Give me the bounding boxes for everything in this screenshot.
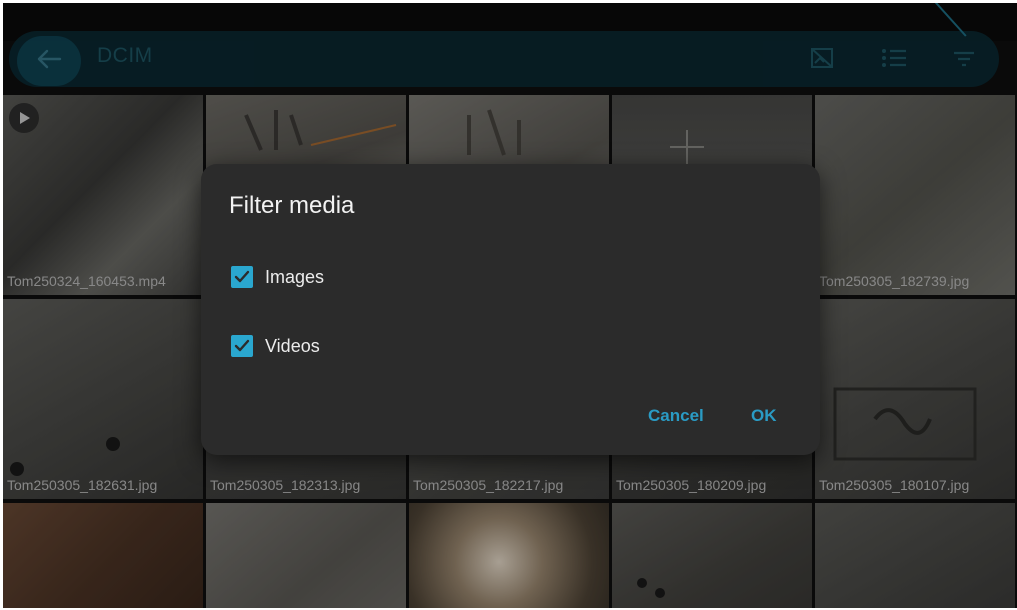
gallery-screen: Tom250324_160453.mp4 Tom250305_182739.jp… <box>3 3 1017 608</box>
check-icon <box>234 270 250 283</box>
images-option[interactable]: Images <box>231 262 324 292</box>
ok-button[interactable]: OK <box>751 406 777 426</box>
images-checkbox[interactable] <box>231 266 253 288</box>
check-icon <box>234 339 250 352</box>
filter-media-dialog: Filter media Images Videos Cancel OK <box>201 164 820 455</box>
videos-checkbox[interactable] <box>231 335 253 357</box>
images-label: Images <box>265 266 325 287</box>
videos-option[interactable]: Videos <box>231 331 320 361</box>
dialog-title: Filter media <box>229 192 355 219</box>
cancel-button[interactable]: Cancel <box>648 406 704 426</box>
videos-label: Videos <box>265 335 320 356</box>
